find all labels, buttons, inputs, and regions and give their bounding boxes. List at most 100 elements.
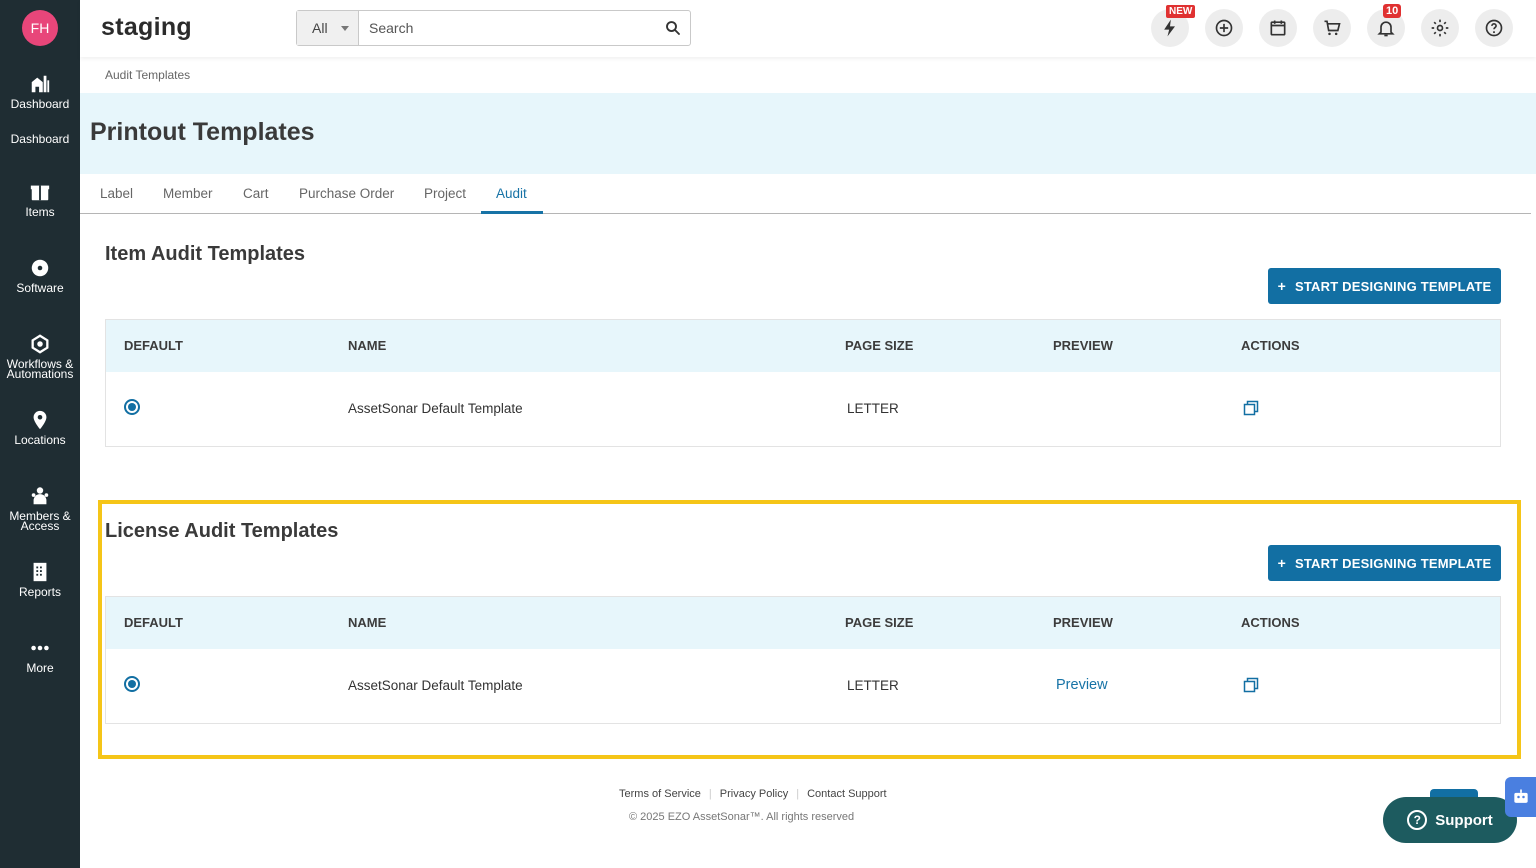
sidebar-item-label: More bbox=[26, 661, 54, 675]
brand-name: staging bbox=[101, 13, 192, 41]
calendar-icon bbox=[1270, 20, 1286, 36]
table-header: DEFAULT NAME PAGE SIZE PREVIEW ACTIONS bbox=[106, 320, 1500, 372]
preview-link[interactable]: Preview bbox=[1056, 677, 1108, 693]
search-bar: All bbox=[296, 10, 691, 46]
sidebar-item-software[interactable]: Software bbox=[0, 257, 80, 295]
search-scope-select[interactable]: All bbox=[297, 11, 359, 45]
tab-audit[interactable]: Audit bbox=[496, 186, 527, 201]
column-default: DEFAULT bbox=[124, 615, 183, 630]
sidebar-item-dashboard[interactable]: Dashboard bbox=[0, 73, 80, 111]
column-page-size: PAGE SIZE bbox=[845, 615, 914, 630]
breadcrumb[interactable]: Audit Templates bbox=[105, 68, 190, 82]
column-actions: ACTIONS bbox=[1241, 615, 1300, 630]
cart-button[interactable] bbox=[1313, 9, 1351, 47]
template-tabs: Label Member Cart Purchase Order Project… bbox=[80, 174, 1531, 214]
template-name: AssetSonar Default Template bbox=[348, 401, 523, 416]
column-name: NAME bbox=[348, 615, 387, 630]
copy-icon[interactable] bbox=[1243, 400, 1259, 416]
button-label: START DESIGNING TEMPLATE bbox=[1294, 278, 1492, 294]
cart-icon bbox=[1324, 20, 1341, 36]
start-designing-item-template-button[interactable]: + START DESIGNING TEMPLATE bbox=[1268, 268, 1501, 304]
default-radio[interactable] bbox=[124, 399, 140, 415]
default-radio[interactable] bbox=[124, 676, 140, 692]
sidebar-item-more[interactable]: More bbox=[0, 637, 80, 675]
template-page-size: LETTER bbox=[847, 678, 899, 693]
contact-support-link[interactable]: Contact Support bbox=[799, 788, 895, 800]
search-scope-value: All bbox=[312, 20, 328, 36]
sidebar-item-label: Dashboard bbox=[10, 97, 70, 111]
sidebar-item-label: Software bbox=[16, 281, 64, 295]
help-icon bbox=[1485, 19, 1503, 37]
more-dots-icon bbox=[31, 645, 49, 651]
sidebar-item-label: Items bbox=[25, 205, 55, 219]
reports-icon bbox=[33, 562, 47, 582]
sidebar-item-dashboard-sub[interactable]: Dashboard bbox=[0, 132, 80, 146]
license-audit-title: License Audit Templates bbox=[105, 520, 339, 542]
feedback-tab[interactable] bbox=[1430, 789, 1478, 797]
quick-add-button[interactable] bbox=[1205, 9, 1243, 47]
gear-icon bbox=[1431, 19, 1449, 37]
item-audit-title: Item Audit Templates bbox=[105, 243, 306, 265]
template-page-size: LETTER bbox=[847, 401, 899, 416]
sidebar-item-label: Locations bbox=[14, 433, 66, 447]
chatbot-button[interactable] bbox=[1505, 777, 1536, 817]
privacy-link[interactable]: Privacy Policy bbox=[712, 788, 796, 800]
members-icon bbox=[31, 487, 49, 505]
column-default: DEFAULT bbox=[124, 338, 183, 353]
footer-links: Terms of Service | Privacy Policy | Contact … bbox=[619, 788, 895, 800]
plus-icon: + bbox=[1277, 278, 1286, 294]
notification-count-badge: 10 bbox=[1383, 4, 1402, 18]
template-name: AssetSonar Default Template bbox=[348, 678, 523, 693]
column-preview: PREVIEW bbox=[1053, 615, 1113, 630]
new-badge: NEW bbox=[1166, 5, 1196, 18]
copyright: © 2025 EZO AssetSonar™. All rights reser… bbox=[629, 811, 855, 823]
license-audit-table: DEFAULT NAME PAGE SIZE PREVIEW ACTIONS A… bbox=[105, 596, 1501, 724]
sidebar-item-reports[interactable]: Reports bbox=[0, 561, 80, 599]
sidebar-item-locations[interactable]: Locations bbox=[0, 409, 80, 447]
location-pin-icon bbox=[33, 410, 47, 430]
tab-cart[interactable]: Cart bbox=[243, 186, 269, 201]
settings-button[interactable] bbox=[1421, 9, 1459, 47]
item-audit-table: DEFAULT NAME PAGE SIZE PREVIEW ACTIONS A… bbox=[105, 319, 1501, 447]
chevron-down-icon bbox=[341, 26, 349, 31]
sidebar-item-workflows[interactable]: Workflows & Automations bbox=[0, 333, 80, 381]
workflows-icon bbox=[31, 334, 49, 354]
tab-member[interactable]: Member bbox=[163, 186, 213, 201]
column-name: NAME bbox=[348, 338, 387, 353]
items-icon bbox=[30, 185, 50, 201]
dashboard-icon bbox=[31, 75, 50, 93]
lightning-icon bbox=[1164, 19, 1175, 37]
tab-label[interactable]: Label bbox=[100, 186, 133, 201]
sidebar-item-label-2: Automations bbox=[6, 367, 74, 381]
column-page-size: PAGE SIZE bbox=[845, 338, 914, 353]
software-icon bbox=[31, 259, 49, 277]
copy-icon[interactable] bbox=[1243, 677, 1259, 693]
calendar-button[interactable] bbox=[1259, 9, 1297, 47]
tab-project[interactable]: Project bbox=[424, 186, 466, 201]
support-label: Support bbox=[1435, 811, 1493, 829]
search-icon[interactable] bbox=[664, 19, 682, 37]
button-label: START DESIGNING TEMPLATE bbox=[1294, 555, 1492, 571]
terms-link[interactable]: Terms of Service bbox=[619, 788, 709, 800]
support-button[interactable]: ? Support bbox=[1383, 797, 1517, 843]
top-header: staging All bbox=[80, 0, 1536, 57]
bell-icon bbox=[1377, 21, 1395, 37]
add-circle-icon bbox=[1215, 19, 1233, 37]
page-title: Printout Templates bbox=[90, 118, 315, 146]
title-band: Printout Templates bbox=[80, 93, 1536, 174]
sidebar-item-members[interactable]: Members & Access bbox=[0, 485, 80, 532]
help-circle-icon: ? bbox=[1407, 810, 1428, 830]
help-button[interactable] bbox=[1475, 9, 1513, 47]
active-tab-indicator bbox=[481, 211, 543, 214]
search-input[interactable] bbox=[369, 11, 649, 45]
robot-icon bbox=[1514, 789, 1528, 803]
table-header: DEFAULT NAME PAGE SIZE PREVIEW ACTIONS bbox=[106, 597, 1500, 649]
sidebar-item-items[interactable]: Items bbox=[0, 181, 80, 219]
start-designing-license-template-button[interactable]: + START DESIGNING TEMPLATE bbox=[1268, 545, 1501, 581]
column-actions: ACTIONS bbox=[1241, 338, 1300, 353]
plus-icon: + bbox=[1277, 555, 1286, 571]
tab-purchase-order[interactable]: Purchase Order bbox=[299, 186, 394, 201]
user-avatar[interactable]: FH bbox=[22, 10, 58, 46]
sidebar-item-label: Reports bbox=[18, 585, 62, 599]
column-preview: PREVIEW bbox=[1053, 338, 1113, 353]
